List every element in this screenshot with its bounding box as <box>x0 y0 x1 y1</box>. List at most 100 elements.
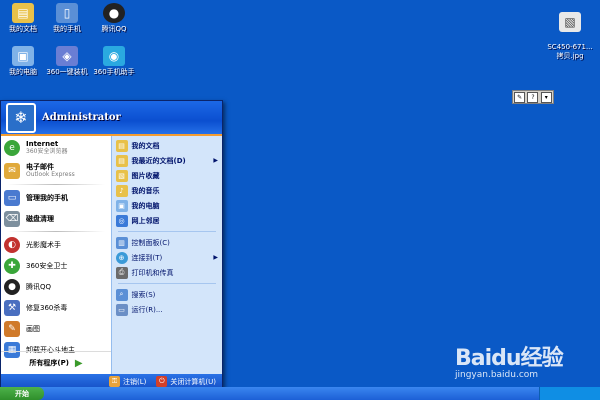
pinned-item-email[interactable]: ✉ 电子邮件 Outlook Express <box>1 159 111 182</box>
security-guard-icon: ✚ <box>4 257 20 274</box>
menu-separator <box>7 231 105 232</box>
submenu-arrow-icon: ▶ <box>213 157 218 164</box>
right-item-connect-to[interactable]: ⊕ 连接到(T) ▶ <box>112 250 223 265</box>
right-item-label: 打印机和传真 <box>131 268 174 277</box>
right-item-music[interactable]: ♪ 我的音乐 <box>112 183 223 198</box>
image-file-icon: ▧ <box>559 12 581 32</box>
phone-icon: ▯ <box>56 3 78 23</box>
recent-item-label: 腾讯QQ <box>26 282 52 291</box>
documents-folder-icon: ▤ <box>115 139 128 152</box>
logoff-key-icon: ⚿ <box>109 376 121 387</box>
menu-separator <box>117 231 216 232</box>
start-menu: ❄ Administrator e Internet 360安全浏览器 ✉ 电子… <box>0 100 223 390</box>
phone-assistant-icon: ◉ <box>103 46 125 66</box>
logoff-label: 注销(L) <box>123 377 147 386</box>
photo-editor-icon: ◐ <box>4 236 20 253</box>
submenu-arrow-icon: ▶ <box>213 254 218 261</box>
start-menu-left-pane: e Internet 360安全浏览器 ✉ 电子邮件 Outlook Expre… <box>1 136 111 376</box>
right-item-network[interactable]: ◎ 网上邻居 <box>112 213 223 228</box>
taskbar: 开始 <box>0 387 600 400</box>
pinned-item-subtitle: Outlook Express <box>26 170 75 178</box>
recent-item-repair-antivirus[interactable]: ⚒ 修复360杀毒 <box>1 297 111 318</box>
green-arrow-icon: ▶ <box>74 357 83 369</box>
shutdown-label: 关闭计算机(U) <box>170 377 216 386</box>
menu-separator <box>117 283 216 284</box>
pinned-item-internet[interactable]: e Internet 360安全浏览器 <box>1 136 111 159</box>
network-icon: ◎ <box>115 214 128 227</box>
documents-folder-icon: ▤ <box>12 3 34 23</box>
recent-item-manage-phone[interactable]: ▭ 管理我的手机 <box>1 187 111 208</box>
recent-item-label: 画图 <box>26 324 40 333</box>
recent-item-disk-cleanup[interactable]: ⌫ 磁盘清理 <box>1 208 111 229</box>
system-tray[interactable] <box>539 387 600 400</box>
pinned-item-title: 电子邮件 <box>26 162 54 171</box>
desktop-icon-360-phone-assistant[interactable]: ◉ 360手机助手 <box>82 46 146 77</box>
recent-item-qq[interactable]: ● 腾讯QQ <box>1 276 111 297</box>
watermark-url: jingyan.baidu.com <box>455 370 539 380</box>
right-item-label: 搜索(S) <box>131 290 156 299</box>
language-bar[interactable]: ✎ ? ▾ <box>512 90 554 104</box>
help-icon[interactable]: ? <box>527 91 539 103</box>
phone-manager-icon: ▭ <box>4 189 20 206</box>
right-item-label: 控制面板(C) <box>131 238 170 247</box>
right-item-recent-documents[interactable]: ▤ 我最近的文档(D) ▶ <box>112 153 223 168</box>
start-menu-right-pane: ▤ 我的文档 ▤ 我最近的文档(D) ▶ ▧ 图片收藏 ♪ 我的音乐 ▣ 我的电… <box>110 136 223 376</box>
right-item-label: 图片收藏 <box>131 171 160 180</box>
pictures-folder-icon: ▧ <box>115 169 128 182</box>
desktop-icon-label: 360手机助手 <box>93 68 135 76</box>
right-item-label: 连接到(T) <box>131 253 163 262</box>
antivirus-repair-icon: ⚒ <box>4 299 20 316</box>
shutdown-button[interactable]: ⏻ 关闭计算机(U) <box>156 376 216 387</box>
paint-icon: ✎ <box>4 320 20 337</box>
right-item-control-panel[interactable]: ▥ 控制面板(C) <box>112 235 223 250</box>
computer-icon: ▣ <box>115 199 128 212</box>
right-item-my-computer[interactable]: ▣ 我的电脑 <box>112 198 223 213</box>
pinned-item-title: Internet <box>26 139 59 148</box>
right-item-pictures[interactable]: ▧ 图片收藏 <box>112 168 223 183</box>
pinned-item-subtitle: 360安全浏览器 <box>26 147 68 155</box>
recent-item-paint[interactable]: ✎ 画图 <box>1 318 111 339</box>
right-item-my-documents[interactable]: ▤ 我的文档 <box>112 138 223 153</box>
desktop-icon-label: SC450-671... 拷贝.jpg <box>547 43 593 60</box>
right-item-label: 网上邻居 <box>131 216 160 225</box>
recent-item-label: 光影魔术手 <box>26 240 61 249</box>
right-item-label: 我的电脑 <box>131 201 160 210</box>
music-folder-icon: ♪ <box>115 184 128 197</box>
right-item-printers[interactable]: ⎙ 打印机和传真 <box>112 265 223 280</box>
recent-item-360-security[interactable]: ✚ 360安全卫士 <box>1 255 111 276</box>
start-button[interactable]: 开始 <box>0 387 44 400</box>
options-icon[interactable]: ▾ <box>540 91 552 103</box>
user-name: Administrator <box>42 112 121 123</box>
user-avatar-snowflake-icon: ❄ <box>6 102 36 133</box>
baidu-jingyan-watermark: Baidu经验 jingyan.baidu.com <box>455 340 595 390</box>
right-item-label: 运行(R)... <box>131 305 163 314</box>
right-item-label: 我最近的文档(D) <box>131 156 186 165</box>
all-programs-button[interactable]: 所有程序(P) ▶ <box>1 351 111 374</box>
input-method-icon[interactable]: ✎ <box>514 91 526 103</box>
computer-icon: ▣ <box>12 46 34 66</box>
qq-penguin-icon: ● <box>103 3 125 23</box>
browser-icon: e <box>4 139 20 156</box>
recent-item-label: 360安全卫士 <box>26 261 68 270</box>
desktop-icon-qq[interactable]: ● 腾讯QQ <box>82 3 146 34</box>
recent-item-photo-editor[interactable]: ◐ 光影魔术手 <box>1 234 111 255</box>
run-icon: ▭ <box>115 303 128 316</box>
right-item-run[interactable]: ▭ 运行(R)... <box>112 302 223 317</box>
search-icon: ⌕ <box>115 288 128 301</box>
control-panel-icon: ▥ <box>115 236 128 249</box>
right-item-label: 我的音乐 <box>131 186 160 195</box>
all-programs-label: 所有程序(P) <box>29 359 69 367</box>
disk-cleanup-icon: ⌫ <box>4 210 20 227</box>
menu-separator <box>7 184 105 185</box>
recent-item-label: 修复360杀毒 <box>26 303 68 312</box>
start-button-label: 开始 <box>15 389 29 398</box>
right-item-search[interactable]: ⌕ 搜索(S) <box>112 287 223 302</box>
watermark-logo: Baidu经验 <box>455 346 564 371</box>
desktop-icon-image-file[interactable]: ▧ SC450-671... 拷贝.jpg <box>538 3 600 70</box>
recent-item-label: 管理我的手机 <box>26 193 68 202</box>
qq-penguin-icon: ● <box>4 278 20 295</box>
recent-item-label: 磁盘清理 <box>26 214 54 223</box>
power-icon: ⏻ <box>156 376 168 387</box>
printer-icon: ⎙ <box>115 266 128 279</box>
logoff-button[interactable]: ⚿ 注销(L) <box>109 376 146 387</box>
